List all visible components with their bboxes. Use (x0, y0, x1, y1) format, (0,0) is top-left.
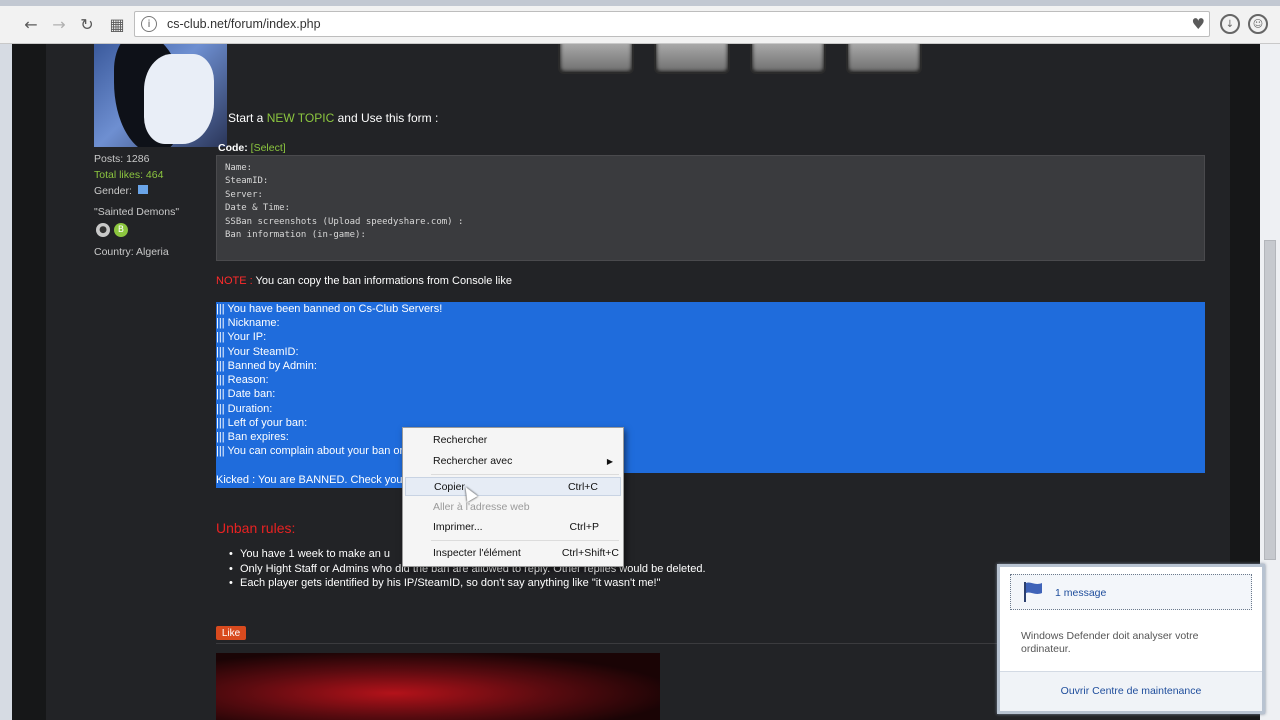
ctx-label: Rechercher (433, 434, 488, 446)
post-image (216, 653, 660, 720)
code-line: Ban information (in-game): (225, 230, 366, 241)
notification-title[interactable]: 1 message (1055, 587, 1106, 599)
submenu-arrow-icon: ▶ (606, 457, 613, 466)
ban-info-line: ||| Left of your ban: (216, 417, 308, 429)
ctx-search[interactable]: Rechercher (405, 431, 621, 450)
rule-item: Each player gets identified by his IP/St… (229, 577, 660, 589)
notification-footer: Ouvrir Centre de maintenance (1000, 671, 1262, 711)
ctx-search-with[interactable]: Rechercher avec ▶ (405, 452, 621, 471)
ctx-copy[interactable]: Copier Ctrl+C (405, 477, 621, 496)
ban-info-line: ||| Nickname: (216, 317, 280, 329)
ctx-shortcut: Ctrl+Shift+C (561, 547, 619, 559)
ctx-print[interactable]: Imprimer... Ctrl+P (405, 518, 621, 537)
bookmark-heart-icon[interactable]: ♥ (1192, 15, 1205, 33)
avatar-face (144, 54, 214, 144)
code-line: Name: (225, 163, 253, 173)
logo-letter (846, 44, 922, 74)
download-icon[interactable]: ↓ (1220, 14, 1240, 34)
avatar[interactable] (94, 44, 227, 147)
ctx-inspect[interactable]: Inspecter l'élément Ctrl+Shift+C (405, 544, 621, 563)
logo-letter (654, 44, 730, 74)
ban-info-line: ||| You can complain about your ban on (216, 445, 406, 457)
code-block: Name: SteamID: Server: Date & Time: SSBa… (216, 155, 1205, 261)
open-action-center-link[interactable]: Ouvrir Centre de maintenance (1000, 685, 1262, 697)
notification-body: Windows Defender doit analyser votre ord… (1021, 630, 1199, 655)
new-topic-link[interactable]: NEW TOPIC (267, 111, 335, 125)
tab-strip (0, 0, 1280, 6)
note-label: NOTE : (216, 275, 253, 287)
forward-icon[interactable]: → (48, 13, 70, 35)
browser-toolbar: ← → ↻ ▦ i cs-club.net/forum/index.php ♥ … (0, 0, 1280, 44)
ctx-separator (431, 474, 619, 475)
kicked-line: Kicked : You are BANNED. Check your (216, 474, 407, 486)
ctx-label: Rechercher avec (433, 455, 513, 467)
user-country: Country: Algeria (94, 246, 169, 258)
ban-info-line: ||| Your IP: (216, 331, 267, 343)
cs-club-logo (558, 44, 962, 82)
intro-line: Start a NEW TOPIC and Use this form : (228, 111, 438, 125)
note-text: You can copy the ban informations from C… (252, 275, 512, 287)
note-line: NOTE : You can copy the ban informations… (216, 275, 512, 287)
intro-prefix: Start a (228, 111, 267, 125)
ctx-label: Inspecter l'élément (433, 547, 521, 559)
user-signature: "Sainted Demons" (94, 206, 180, 218)
left-background (12, 44, 46, 720)
code-line: SteamID: (225, 176, 269, 187)
intro-suffix: and Use this form : (334, 111, 439, 125)
ctx-label: Imprimer... (433, 521, 483, 533)
b-badge-icon: B (114, 223, 128, 237)
ctx-shortcut: Ctrl+C (567, 481, 598, 493)
logo-letter (558, 44, 634, 74)
notification-header[interactable]: 1 message (1010, 574, 1252, 610)
apps-grid-icon[interactable]: ▦ (106, 13, 128, 35)
ctx-go-to-address: Aller à l'adresse web (405, 498, 621, 517)
reload-icon[interactable]: ↻ (76, 13, 98, 35)
code-line: SSBan screenshots (Upload speedyshare.co… (225, 216, 464, 227)
code-select-link[interactable]: [Select] (251, 142, 286, 154)
code-label: Code: [Select] (218, 142, 286, 154)
user-badge-icon: ● (96, 223, 110, 237)
ctx-shortcut: Ctrl+P (569, 521, 599, 533)
total-likes: Total likes: 464 (94, 169, 164, 181)
ban-info-line: ||| Ban expires: (216, 431, 289, 443)
like-button[interactable]: Like (216, 626, 246, 640)
ban-info-line: ||| Your SteamID: (216, 346, 299, 358)
ban-info-line: ||| Banned by Admin: (216, 360, 317, 372)
account-icon[interactable]: ☺ (1248, 14, 1268, 34)
code-line: Server: (225, 189, 263, 200)
address-bar[interactable]: i cs-club.net/forum/index.php ♥ (134, 11, 1210, 37)
code-line: Date & Time: (225, 203, 291, 214)
action-center-flag-icon (1024, 582, 1042, 602)
url-text[interactable]: cs-club.net/forum/index.php (167, 17, 321, 31)
unban-rules-title: Unban rules: (216, 520, 296, 536)
ctx-label: Aller à l'adresse web (433, 501, 530, 513)
ban-info-line: ||| Date ban: (216, 388, 276, 400)
gender-text: Gender: (94, 185, 132, 197)
logo-letter (750, 44, 826, 74)
gender-icon (137, 185, 148, 194)
ban-info-line: ||| You have been banned on Cs-Club Serv… (216, 303, 443, 315)
context-menu: Rechercher Rechercher avec ▶ Copier Ctrl… (402, 427, 624, 567)
rule-item: You have 1 week to make an u (229, 548, 390, 560)
gender-label: Gender: (94, 185, 148, 197)
scrollbar-thumb[interactable] (1264, 240, 1276, 560)
windows-notification: 1 message Windows Defender doit analyser… (997, 564, 1265, 714)
ctx-separator (431, 540, 619, 541)
globe-icon: i (141, 16, 157, 32)
ban-info-line: ||| Duration: (216, 403, 273, 415)
back-icon[interactable]: ← (20, 13, 42, 35)
ban-info-line: ||| Reason: (216, 374, 269, 386)
post-count: Posts: 1286 (94, 153, 150, 165)
code-label-text: Code: (218, 142, 248, 154)
